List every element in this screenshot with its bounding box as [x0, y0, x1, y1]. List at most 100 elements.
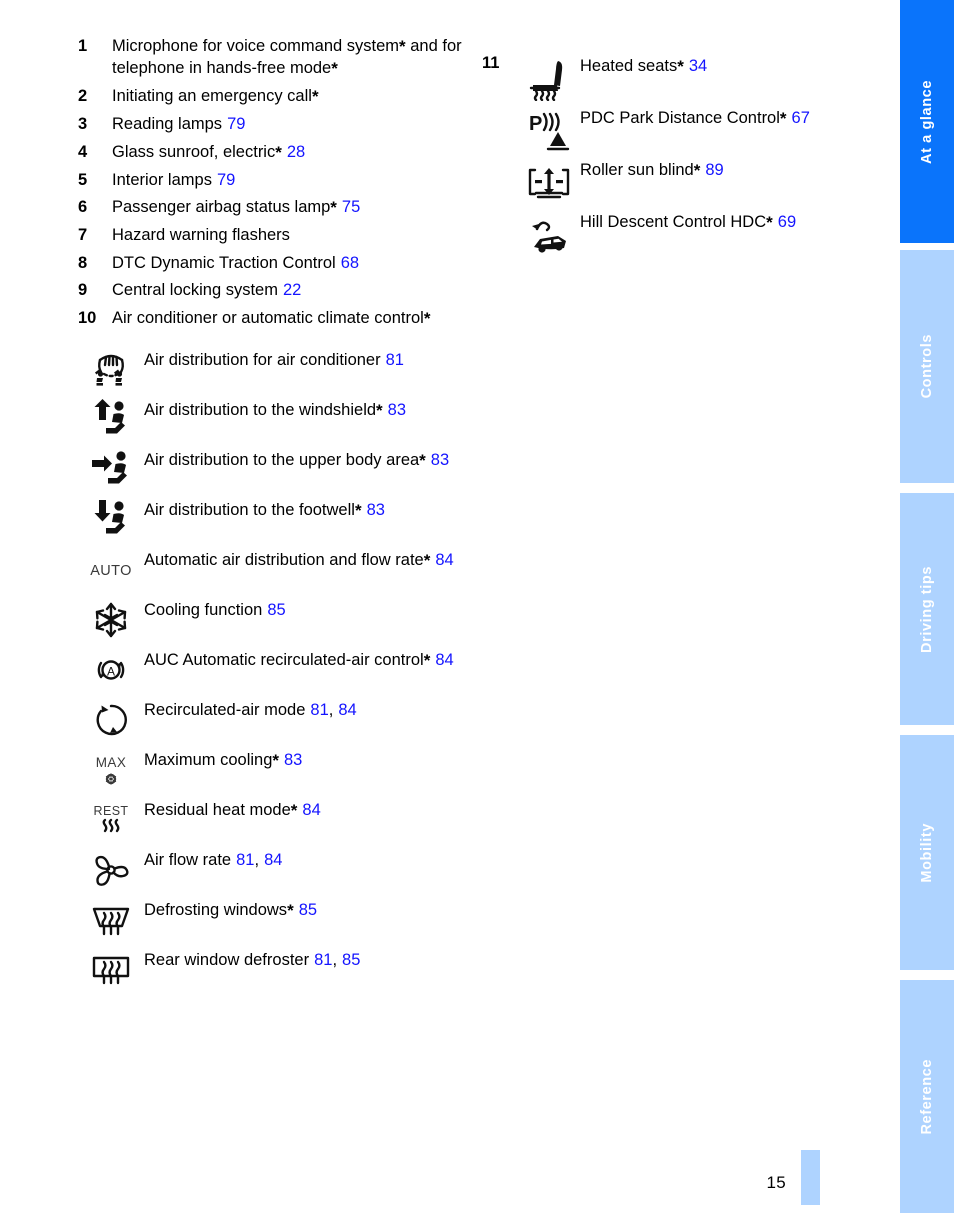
- icon-legend-item: Defrosting windows* 85: [78, 898, 470, 942]
- page-reference[interactable]: 75: [342, 198, 360, 216]
- icon-legend-item: Air distribution to the upper body area*…: [78, 448, 470, 492]
- legend-item-label: Air conditioner or automatic climate con…: [112, 308, 431, 328]
- section-tab-mobility[interactable]: Mobility: [900, 735, 954, 970]
- icon-legend-label: Recirculated-air mode 81, 84: [144, 700, 357, 719]
- page-reference[interactable]: 83: [431, 451, 449, 469]
- page-reference[interactable]: 67: [792, 109, 810, 127]
- icon-legend-item: Hill Descent Control HDC* 69: [518, 210, 882, 260]
- page-reference[interactable]: 81: [310, 701, 328, 719]
- page-reference[interactable]: 85: [342, 951, 360, 969]
- optional-equipment-asterisk: *: [423, 550, 431, 570]
- section-tab-label: Reference: [918, 1058, 935, 1135]
- icon-legend-item: Roller sun blind* 89: [518, 158, 882, 208]
- air-distribution-footwell-icon: [78, 498, 144, 542]
- legend-item-number: 8: [78, 253, 88, 272]
- legend-item-label: Interior lamps 79: [112, 170, 236, 189]
- icon-legend-label: Air distribution to the footwell* 83: [144, 500, 385, 520]
- section-tab-label: Controls: [918, 334, 935, 399]
- icon-legend-label: PDC Park Distance Control* 67: [580, 109, 810, 128]
- page-reference[interactable]: 83: [388, 401, 406, 419]
- section-tab-rail: At a glance Controls Driving tips Mobility R…: [900, 0, 954, 1213]
- optional-equipment-asterisk: *: [354, 500, 362, 520]
- legend-item-label: Glass sunroof, electric* 28: [112, 142, 306, 162]
- icon-legend-label: Roller sun blind* 89: [580, 161, 724, 180]
- section-tab-label: Driving tips: [918, 565, 935, 653]
- optional-equipment-asterisk: *: [331, 59, 338, 79]
- page-reference[interactable]: 84: [302, 801, 320, 819]
- icon-legend-item: Rear window defroster 81, 85: [78, 948, 470, 992]
- icon-legend-label: AUC Automatic recirculated-air control* 8…: [144, 650, 454, 670]
- optional-equipment-asterisk: *: [272, 750, 279, 770]
- page-reference[interactable]: 84: [264, 851, 282, 869]
- legend-item-label: Passenger airbag status lamp* 75: [112, 198, 361, 218]
- left-column: 1 Microphone for voice command system* an…: [78, 36, 470, 998]
- page-reference[interactable]: 79: [217, 171, 235, 189]
- icon-legend-item: Air distribution to the footwell* 83: [78, 498, 470, 542]
- legend-item-number: 3: [78, 115, 88, 134]
- page-reference[interactable]: 79: [227, 115, 245, 133]
- section-tab-reference[interactable]: Reference: [900, 980, 954, 1213]
- svg-text:REST: REST: [94, 804, 129, 818]
- section-tab-driving-tips[interactable]: Driving tips: [900, 493, 954, 725]
- page-reference[interactable]: 85: [299, 901, 317, 919]
- page-reference[interactable]: 81: [314, 951, 332, 969]
- optional-equipment-asterisk: *: [423, 308, 431, 328]
- optional-equipment-asterisk: *: [693, 161, 701, 180]
- defrost-windshield-icon: [78, 898, 144, 942]
- snowflake-cooling-icon: [78, 598, 144, 642]
- legend-item-label: DTC Dynamic Traction Control 68: [112, 253, 360, 272]
- optional-equipment-asterisk: *: [287, 900, 294, 920]
- optional-equipment-icon-list: Heated seats* 34 P PDC Park Distance Cont…: [518, 54, 882, 260]
- air-distribution-windshield-icon: [78, 398, 144, 442]
- legend-item-label: Central locking system 22: [112, 281, 302, 300]
- svg-text:MAX: MAX: [96, 755, 126, 770]
- roller-sun-blind-icon: [518, 158, 580, 208]
- legend-item-number: 10: [78, 308, 97, 327]
- icon-legend-label: Defrosting windows* 85: [144, 900, 318, 920]
- page-reference[interactable]: 84: [435, 551, 453, 569]
- icon-legend-item: REST Residual heat mode* 84: [78, 798, 470, 842]
- page-reference[interactable]: 34: [689, 57, 707, 75]
- residual-heat-icon: REST: [78, 798, 144, 842]
- page-reference[interactable]: 84: [338, 701, 356, 719]
- icon-legend-item: Recirculated-air mode 81, 84: [78, 698, 470, 742]
- icon-legend-item: Cooling function 85: [78, 598, 470, 642]
- page-reference[interactable]: 83: [367, 501, 385, 519]
- legend-item-label: Reading lamps 79: [112, 115, 246, 134]
- icon-legend-label: Residual heat mode* 84: [144, 800, 321, 820]
- legend-item-number: 9: [78, 281, 88, 300]
- svg-text:AUTO: AUTO: [90, 563, 132, 579]
- legend-item: 8 DTC Dynamic Traction Control 68: [78, 253, 470, 274]
- page-number: 15: [766, 1173, 786, 1192]
- section-tab-label: Mobility: [918, 822, 935, 883]
- section-tab-at-a-glance[interactable]: At a glance: [900, 0, 954, 243]
- svg-text:A: A: [107, 664, 115, 678]
- page-reference[interactable]: 28: [287, 143, 305, 161]
- optional-equipment-asterisk: *: [779, 109, 787, 128]
- page-reference[interactable]: 83: [284, 751, 302, 769]
- legend-item: 6 Passenger airbag status lamp* 75: [78, 197, 470, 219]
- page-reference[interactable]: 69: [778, 213, 796, 231]
- legend-item-number: 7: [78, 226, 88, 245]
- optional-equipment-asterisk: *: [419, 450, 426, 470]
- legend-item: 3 Reading lamps 79: [78, 114, 470, 135]
- legend-item-label: Initiating an emergency call*: [112, 87, 319, 107]
- page-reference[interactable]: 81: [236, 851, 254, 869]
- section-tab-controls[interactable]: Controls: [900, 250, 954, 483]
- page-reference[interactable]: 85: [267, 601, 285, 619]
- icon-legend-label: Automatic air distribution and flow rate…: [144, 550, 454, 570]
- auc-recirculated-air-icon: A: [78, 648, 144, 692]
- legend-item: 10 Air conditioner or automatic climate c…: [78, 308, 470, 330]
- icon-legend-label: Rear window defroster 81, 85: [144, 950, 361, 969]
- optional-equipment-asterisk: *: [376, 400, 383, 420]
- legend-item-number: 6: [78, 198, 88, 217]
- page-reference[interactable]: 89: [705, 161, 723, 179]
- legend-item-label: Microphone for voice command system* and…: [112, 37, 462, 79]
- page-reference[interactable]: 22: [283, 281, 301, 299]
- page-reference[interactable]: 81: [386, 351, 404, 369]
- rear-window-defroster-icon: [78, 948, 144, 992]
- optional-equipment-asterisk: *: [311, 87, 319, 107]
- page-reference[interactable]: 68: [341, 254, 359, 272]
- icon-legend-item: Air distribution for air conditioner 81: [78, 348, 470, 392]
- page-reference[interactable]: 84: [435, 651, 453, 669]
